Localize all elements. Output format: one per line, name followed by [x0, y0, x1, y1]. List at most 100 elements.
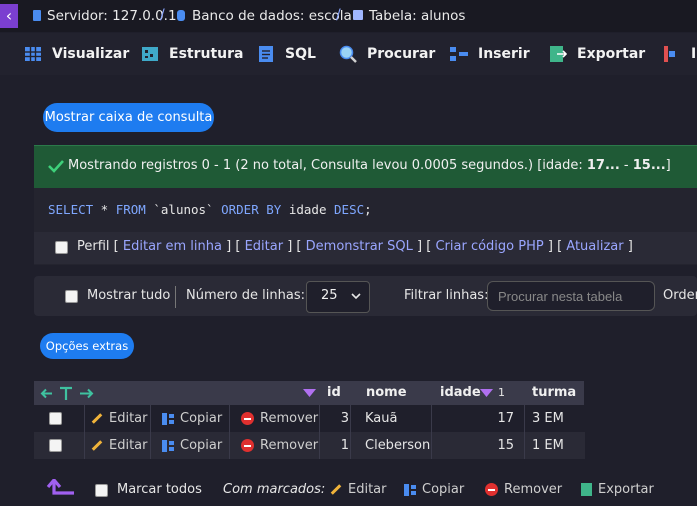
check-icon — [48, 160, 64, 173]
bulk-export-button[interactable]: Exportar — [581, 482, 654, 497]
row-copy-button[interactable]: Copiar — [162, 405, 222, 432]
row-checkbox[interactable] — [49, 439, 62, 452]
breadcrumb-server[interactable]: Servidor: 127.0.0.1 — [47, 8, 177, 24]
tab-sql[interactable]: SQL — [257, 33, 316, 75]
rows-per-page-select[interactable]: 25 — [306, 281, 370, 313]
tab-insert[interactable]: Inserir — [450, 33, 530, 75]
row-delete-button[interactable]: Remover — [241, 432, 318, 459]
profile-checkbox[interactable] — [55, 241, 68, 254]
bracket: [ — [113, 239, 119, 254]
bracket: ] — [627, 239, 633, 254]
bracket: ] — [547, 239, 553, 254]
grid-icon — [24, 45, 42, 63]
column-header-idade[interactable]: idade — [432, 381, 524, 405]
rows-value: 25 — [321, 288, 338, 303]
column-header-turma[interactable]: turma — [525, 381, 584, 405]
edit-label: Editar — [109, 411, 148, 426]
bulk-delete-button[interactable]: Remover — [485, 482, 562, 497]
tab-import[interactable]: Im — [663, 33, 697, 75]
sort-dropdown-icon[interactable] — [303, 389, 316, 398]
tab-label: Im — [691, 46, 697, 62]
success-range-to: 15... — [632, 158, 666, 173]
sql-token: * — [93, 202, 116, 217]
bulk-copy-button[interactable]: Copiar — [404, 482, 464, 497]
filter-rows-input[interactable] — [487, 281, 655, 311]
row-copy-button[interactable]: Copiar — [162, 432, 222, 459]
tab-export[interactable]: Exportar — [549, 33, 645, 75]
filter-label: Filtrar linhas: — [404, 288, 489, 303]
breadcrumb-database[interactable]: Banco de dados: escola — [192, 8, 352, 24]
pencil-icon — [91, 413, 103, 424]
search-icon — [339, 45, 357, 63]
export-icon — [549, 45, 568, 63]
table-icon — [353, 10, 363, 20]
sql-token: idade — [281, 202, 335, 217]
cell-id: 1 — [340, 438, 349, 453]
check-all-label: Marcar todos — [117, 482, 202, 497]
rows-label: Número de linhas: — [186, 288, 305, 303]
cell-idade: 15 — [497, 438, 514, 453]
row-checkbox[interactable] — [49, 412, 62, 425]
sort-descending-icon — [480, 389, 493, 397]
bulk-edit-button[interactable]: Editar — [330, 482, 387, 497]
back-arrow-icon[interactable]: ‹ — [0, 4, 18, 28]
check-all-checkbox[interactable] — [95, 484, 108, 497]
show-all-checkbox[interactable] — [65, 290, 78, 303]
column-resize-arrows-icon[interactable] — [40, 386, 98, 401]
column-divider — [350, 381, 351, 459]
server-icon — [33, 10, 41, 21]
query-links: Perfil [ Editar em linha ] [ Editar ] [ … — [77, 239, 633, 254]
tab-search[interactable]: Procurar — [339, 33, 435, 75]
insert-icon — [450, 45, 468, 63]
extra-options-button[interactable]: Opções extras — [40, 333, 134, 359]
cell-id: 3 — [340, 411, 349, 426]
remove-icon — [241, 439, 254, 452]
column-divider — [150, 405, 151, 459]
create-php-code-link[interactable]: Criar código PHP — [435, 239, 543, 254]
sql-keyword: ORDER BY — [221, 202, 282, 217]
refresh-link[interactable]: Atualizar — [566, 239, 623, 254]
breadcrumb-separator: / — [336, 7, 341, 23]
show-query-box-button[interactable]: Mostrar caixa de consulta — [43, 103, 214, 132]
pencil-icon — [330, 484, 342, 495]
breadcrumb-table[interactable]: Tabela: alunos — [369, 8, 465, 24]
cell-idade: 17 — [497, 411, 514, 426]
cell-nome: Kauã — [365, 411, 398, 426]
export-icon — [581, 483, 592, 496]
database-icon — [177, 10, 185, 21]
success-prefix: Mostrando registros 0 - 1 (2 no total, C… — [68, 158, 587, 173]
tab-label: Inserir — [478, 46, 530, 62]
table-row: Editar Copiar Remover 1 Cleberson 15 1 E… — [34, 432, 585, 459]
row-delete-button[interactable]: Remover — [241, 405, 318, 432]
delete-label: Remover — [260, 438, 319, 453]
edit-link[interactable]: Editar — [245, 239, 284, 254]
tab-structure[interactable]: Estrutura — [141, 33, 243, 75]
copy-label: Copiar — [180, 411, 223, 426]
edit-inline-link[interactable]: Editar em linha — [123, 239, 222, 254]
column-divider — [431, 381, 432, 459]
bracket: ] — [287, 239, 293, 254]
tab-browse[interactable]: Visualizar — [24, 33, 129, 75]
copy-icon — [162, 412, 174, 425]
column-header-id[interactable]: id — [320, 381, 350, 405]
breadcrumb: ‹ Servidor: 127.0.0.1 / Banco de dados: … — [0, 0, 697, 32]
sql-icon — [257, 45, 275, 63]
sql-keyword: FROM — [115, 202, 146, 217]
check-all-arrow-icon — [46, 479, 74, 495]
row-edit-button[interactable]: Editar — [91, 405, 148, 432]
column-divider — [319, 381, 320, 459]
delete-label: Remover — [260, 411, 319, 426]
order-label: Order — [663, 288, 697, 303]
explain-sql-link[interactable]: Demonstrar SQL — [306, 239, 413, 254]
column-divider — [524, 381, 525, 459]
bulk-copy-label: Copiar — [422, 482, 465, 497]
structure-icon — [141, 45, 159, 63]
row-edit-button[interactable]: Editar — [91, 432, 148, 459]
sql-query-text: SELECT * FROM `alunos` ORDER BY idade DE… — [48, 202, 372, 217]
column-label: idade — [440, 385, 481, 400]
bracket: [ — [426, 239, 432, 254]
copy-icon — [162, 439, 174, 452]
import-icon — [663, 45, 681, 63]
bulk-edit-label: Editar — [348, 482, 387, 497]
column-header-nome[interactable]: nome — [351, 381, 431, 405]
